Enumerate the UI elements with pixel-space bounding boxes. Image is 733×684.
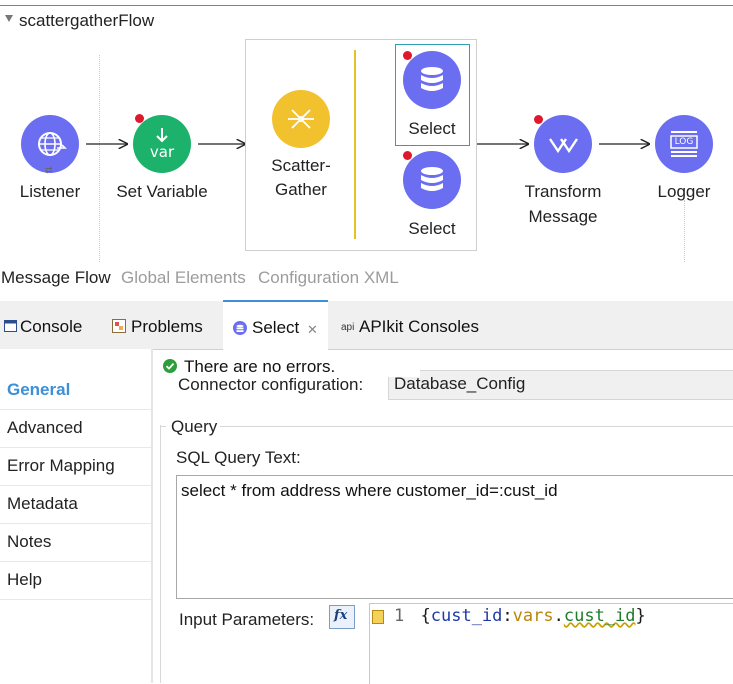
- scatter-gather-label-line1: Scatter-: [271, 156, 331, 175]
- panel-tab-bar: Console Problems Select ✕ api APIkit Con…: [0, 300, 733, 352]
- error-indicator-dot: [403, 151, 412, 160]
- code-colon: :: [502, 606, 513, 626]
- scatter-gather-node[interactable]: [272, 90, 330, 148]
- check-icon: [163, 359, 177, 373]
- tab-console[interactable]: Console: [0, 301, 100, 349]
- line-number: 1: [394, 606, 405, 626]
- code-key: cust_id: [430, 606, 503, 626]
- console-icon: [4, 320, 17, 332]
- var-icon-text: var: [149, 143, 175, 161]
- code-line-1: 1 {cust_id:vars.cust_id}: [394, 606, 646, 626]
- code-dot: .: [553, 606, 564, 626]
- set-variable-label: Set Variable: [116, 182, 208, 201]
- sidebar-item-help[interactable]: Help: [0, 561, 151, 600]
- tab-select[interactable]: Select ✕: [223, 300, 328, 352]
- code-vars: vars: [512, 606, 554, 626]
- listener-label: Listener: [19, 182, 81, 201]
- sidebar-item-label: Error Mapping: [7, 456, 115, 475]
- query-group-title: Query: [169, 417, 220, 437]
- tab-problems-label: Problems: [131, 317, 203, 336]
- sync-icon: ⇄: [45, 165, 53, 175]
- fx-icon: fx: [334, 608, 348, 623]
- code-brace-close: }: [635, 606, 646, 626]
- select-node-1[interactable]: [403, 51, 461, 109]
- lightbulb-icon: [372, 610, 384, 624]
- tab-apikit-consoles[interactable]: api APIkit Consoles: [336, 301, 496, 349]
- error-indicator-dot: [135, 114, 144, 123]
- database-icon: [233, 321, 247, 335]
- sidebar-item-label: General: [7, 380, 71, 399]
- tab-select-label: Select: [252, 318, 300, 337]
- scatter-gather-route-line: [354, 50, 356, 239]
- logger-label: Logger: [657, 182, 711, 201]
- sidebar-item-label: Advanced: [7, 418, 83, 437]
- sidebar-item-label: Help: [7, 570, 42, 589]
- sidebar-item-general[interactable]: General: [0, 371, 151, 410]
- sidebar-item-advanced[interactable]: Advanced: [0, 409, 151, 448]
- sidebar-item-label: Notes: [7, 532, 52, 551]
- tab-message-flow[interactable]: Message Flow: [1, 268, 111, 288]
- scatter-gather-label-line2: Gather: [275, 180, 327, 199]
- scatter-gather-icon: [288, 109, 314, 129]
- database-icon: [421, 67, 443, 91]
- problems-icon: [112, 319, 126, 333]
- sidebar-item-label: Metadata: [7, 494, 78, 513]
- select-node-2[interactable]: [403, 151, 461, 209]
- error-indicator-dot: [403, 51, 412, 60]
- transform-message-node[interactable]: [534, 115, 592, 173]
- sidebar-item-metadata[interactable]: Metadata: [0, 485, 151, 524]
- code-brace-open: {: [420, 606, 431, 626]
- fx-toggle-button[interactable]: fx: [329, 605, 355, 629]
- flow-canvas[interactable]: scattergatherFlow ⇄ Listener var Set Var…: [0, 0, 733, 262]
- transform-label-line1: Transform: [524, 182, 602, 201]
- sidebar-item-error-mapping[interactable]: Error Mapping: [0, 447, 151, 486]
- connector-config-value: Database_Config: [394, 374, 526, 393]
- transform-label-line2: Message: [528, 207, 598, 226]
- log-icon-text: LOG: [674, 137, 694, 147]
- query-group-border-top: [220, 426, 733, 427]
- sql-query-label: SQL Query Text:: [176, 448, 301, 467]
- connector-config-select[interactable]: Database_Config: [388, 370, 733, 400]
- tab-apikit-label: APIkit Consoles: [359, 317, 479, 336]
- sql-query-text: select * from address where customer_id=…: [181, 481, 558, 500]
- database-icon: [421, 167, 443, 191]
- set-variable-node[interactable]: var: [133, 115, 191, 173]
- tab-global-elements[interactable]: Global Elements: [121, 268, 246, 288]
- close-tab-icon[interactable]: ✕: [307, 322, 318, 338]
- transform-icon: [549, 138, 578, 154]
- error-indicator-dot: [534, 115, 543, 124]
- tab-problems[interactable]: Problems: [108, 301, 216, 349]
- status-message: There are no errors.: [184, 357, 336, 376]
- input-parameters-label: Input Parameters:: [179, 610, 315, 629]
- sidebar-divider[interactable]: [151, 349, 153, 683]
- connector-config-label: Connector configuration:: [178, 375, 364, 394]
- code-field: cust_id: [563, 606, 636, 626]
- properties-sidebar: General Advanced Error Mapping Metadata …: [0, 349, 151, 683]
- select-2-label: Select: [408, 219, 456, 238]
- tab-configuration-xml[interactable]: Configuration XML: [258, 268, 399, 288]
- tab-console-label: Console: [20, 317, 83, 336]
- input-parameters-editor[interactable]: 1 {cust_id:vars.cust_id}: [369, 603, 733, 684]
- select-1-label: Select: [408, 119, 456, 138]
- logger-node[interactable]: LOG: [655, 115, 713, 173]
- sidebar-item-notes[interactable]: Notes: [0, 523, 151, 562]
- query-group-border-top: [160, 426, 166, 427]
- sql-query-textarea[interactable]: select * from address where customer_id=…: [176, 475, 733, 599]
- api-icon: api: [341, 322, 355, 333]
- query-group-border: [160, 425, 161, 683]
